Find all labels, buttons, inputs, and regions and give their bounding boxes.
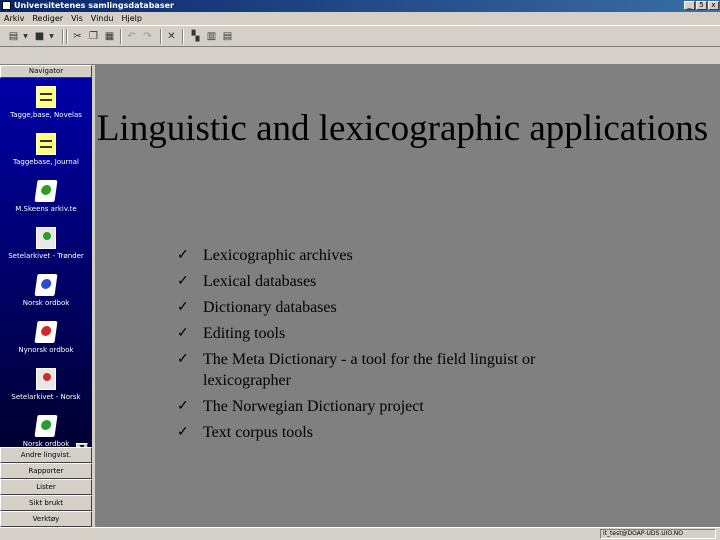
navigator-panel: Navigator Tagge,base, Novelas Taggebase,… xyxy=(0,65,92,527)
toolbar-separator xyxy=(66,29,68,44)
menu-rediger[interactable]: Rediger xyxy=(28,12,67,25)
delete-icon[interactable]: ✕ xyxy=(166,31,177,42)
cascade-icon[interactable]: ▚ xyxy=(190,31,201,42)
book-icon xyxy=(34,415,58,437)
bullet-text: The Norwegian Dictionary project xyxy=(203,398,424,415)
undo-icon[interactable]: ↶ xyxy=(126,31,137,42)
nav-item-label: Setelarkivet - Norsk xyxy=(11,393,81,401)
bullet-item: ✓ Editing tools xyxy=(177,323,617,344)
paste-icon[interactable]: ▦ xyxy=(104,31,115,42)
status-bar: it_test@DOAP-UDS.UIO.NO xyxy=(0,527,720,540)
bullet-text: Dictionary databases xyxy=(203,299,337,316)
nav-item-label: Nynorsk ordbok xyxy=(18,346,74,354)
nav-group-button[interactable]: Andre lingvist. xyxy=(0,447,92,463)
nav-item[interactable]: Nynorsk ordbok xyxy=(0,317,92,363)
book-icon xyxy=(34,180,58,202)
nav-item[interactable]: Taggebase, Journal xyxy=(0,129,92,175)
bullet-text: Lexical databases xyxy=(203,273,317,290)
bullet-list: ✓ Lexicographic archives ✓ Lexical databas… xyxy=(177,245,617,448)
dropdown-arrow-icon[interactable]: ▼ xyxy=(46,31,57,42)
book-icon xyxy=(34,321,58,343)
nav-item-label: Tagge,base, Novelas xyxy=(10,111,82,119)
cut-icon[interactable]: ✂ xyxy=(72,31,83,42)
slide-area: Linguistic and lexicographic application… xyxy=(95,65,720,527)
toolbar: ▤ ▼ ■ ▼ ✂ ❐ ▦ ↶ ↷ ✕ ▚ ▥ ▤ xyxy=(0,25,720,47)
bullet-text: Editing tools xyxy=(203,325,286,342)
nav-group-button[interactable]: Rapporter xyxy=(0,463,92,479)
status-user: it_test@DOAP-UDS.UIO.NO xyxy=(600,529,716,539)
nav-item-label: Setelarkivet - Trønder xyxy=(8,252,84,260)
bullet-text: Text corpus tools xyxy=(203,424,313,441)
bullet-item: ✓ Dictionary databases xyxy=(177,297,617,318)
checkmark-icon: ✓ xyxy=(177,425,189,440)
checkmark-icon: ✓ xyxy=(177,248,189,263)
navigator-header[interactable]: Navigator xyxy=(0,65,92,78)
checkmark-icon: ✓ xyxy=(177,274,189,289)
minimize-button[interactable]: _ xyxy=(684,1,695,10)
menu-bar: Arkiv Rediger Vis Vindu Hjelp xyxy=(0,12,720,25)
slide-title: Linguistic and lexicographic application… xyxy=(96,108,709,149)
toolbar-separator xyxy=(120,29,122,44)
dropdown-arrow-icon[interactable]: ▼ xyxy=(20,31,31,42)
nav-group-button[interactable]: Verktøy xyxy=(0,511,92,527)
bullet-text: The Meta Dictionary - a tool for the fie… xyxy=(203,351,536,389)
menu-vis[interactable]: Vis xyxy=(67,12,87,25)
checkmark-icon: ✓ xyxy=(177,399,189,414)
book-icon xyxy=(34,274,58,296)
database-icon xyxy=(36,133,56,155)
toolbar-separator xyxy=(62,29,64,44)
app-icon[interactable] xyxy=(2,1,11,10)
bullet-item: ✓ The Norwegian Dictionary project xyxy=(177,396,617,417)
tile-vertical-icon[interactable]: ▥ xyxy=(206,31,217,42)
nav-group-button[interactable]: Sikt brukt xyxy=(0,495,92,511)
bullet-item: ✓ Lexical databases xyxy=(177,271,617,292)
nav-item-label: Taggebase, Journal xyxy=(13,158,79,166)
close-button[interactable]: x xyxy=(708,1,719,10)
database-icon xyxy=(36,86,56,108)
nav-item[interactable]: Setelarkivet - Trønder xyxy=(0,223,92,269)
restore-button[interactable]: 5 xyxy=(696,1,707,10)
nav-item[interactable]: Norsk ordbok xyxy=(0,270,92,316)
toolbar-separator xyxy=(182,29,184,44)
nav-item-label: Norsk ordbok xyxy=(22,299,70,307)
navigator-list: Tagge,base, Novelas Taggebase, Journal M… xyxy=(0,78,92,454)
menu-arkiv[interactable]: Arkiv xyxy=(0,12,28,25)
nav-item[interactable]: Tagge,base, Novelas xyxy=(0,82,92,128)
nav-item-label: M.Skeens arkiv.te xyxy=(15,205,77,213)
toolbar-separator xyxy=(160,29,162,44)
save-icon[interactable]: ■ xyxy=(34,31,45,42)
form-icon xyxy=(36,368,56,390)
nav-item[interactable]: Setelarkivet - Norsk xyxy=(0,364,92,410)
nav-group-button[interactable]: Lister xyxy=(0,479,92,495)
checkmark-icon: ✓ xyxy=(177,326,189,341)
redo-icon[interactable]: ↷ xyxy=(142,31,153,42)
window-title: Universitetenes samlingsdatabaser xyxy=(14,1,174,10)
tile-horizontal-icon[interactable]: ▤ xyxy=(222,31,233,42)
bullet-text: Lexicographic archives xyxy=(203,247,353,264)
checkmark-icon: ✓ xyxy=(177,352,189,367)
copy-icon[interactable]: ❐ xyxy=(88,31,99,42)
bullet-item: ✓ Lexicographic archives xyxy=(177,245,617,266)
bullet-item: ✓ Text corpus tools xyxy=(177,422,617,443)
menu-vindu[interactable]: Vindu xyxy=(87,12,118,25)
toolbar-gap xyxy=(0,47,720,65)
title-bar: Universitetenes samlingsdatabaser _ 5 x xyxy=(0,0,720,12)
open-icon[interactable]: ▤ xyxy=(8,31,19,42)
nav-item[interactable]: M.Skeens arkiv.te xyxy=(0,176,92,222)
bullet-item: ✓ The Meta Dictionary - a tool for the fi… xyxy=(177,349,617,391)
checkmark-icon: ✓ xyxy=(177,300,189,315)
menu-hjelp[interactable]: Hjelp xyxy=(118,12,146,25)
form-icon xyxy=(36,227,56,249)
